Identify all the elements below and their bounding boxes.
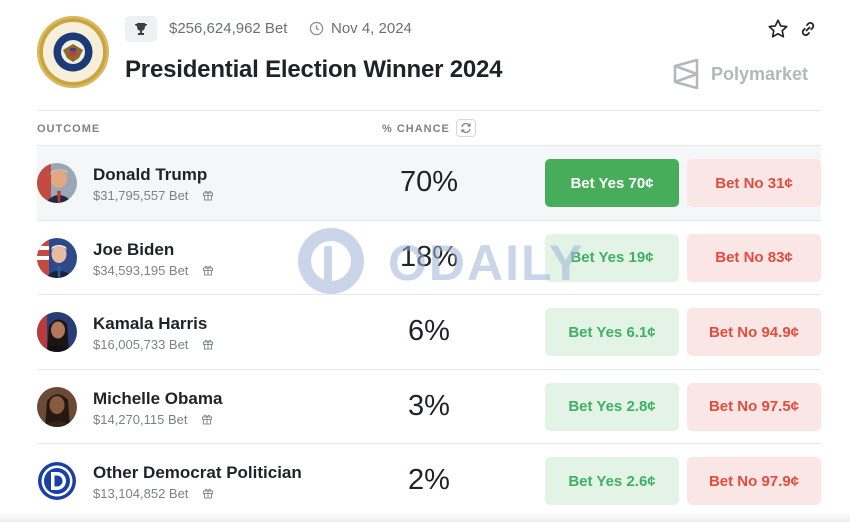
outcome-volume: $13,104,852 Bet <box>93 486 189 502</box>
bet-yes-button[interactable]: Bet Yes 70¢ <box>545 159 679 207</box>
star-icon[interactable] <box>767 18 789 40</box>
column-header-outcome: OUTCOME <box>37 123 101 135</box>
outcome-volume: $16,005,733 Bet <box>93 337 189 353</box>
outcome-chance: 2% <box>408 464 450 497</box>
polymarket-logo-icon <box>673 59 699 89</box>
outcome-chance: 70% <box>399 166 459 198</box>
bet-no-button[interactable]: Bet No 31¢ <box>687 159 821 207</box>
outcome-chance: 18% <box>399 240 459 273</box>
outcome-volume: $14,270,115 Bet <box>93 411 188 427</box>
avatar <box>37 163 77 203</box>
table-row: Joe Biden $34,593,195 Bet 18% Bet Yes 19… <box>37 219 821 295</box>
table-row: Other Democrat Politician $13,104,852 Be… <box>37 443 821 518</box>
bet-no-button[interactable]: Bet No 94.9¢ <box>687 308 821 357</box>
bet-no-button[interactable]: Bet No 83¢ <box>687 233 821 282</box>
outcome-name: Joe Biden <box>93 239 175 259</box>
market-header: $256,624,962 Bet Nov 4, 2024 Presidentia… <box>0 0 850 110</box>
bet-no-button[interactable]: Bet No 97.5¢ <box>687 382 821 431</box>
market-end-date: Nov 4, 2024 <box>331 20 412 37</box>
trophy-icon <box>125 16 157 42</box>
outcome-chance: 3% <box>408 389 450 422</box>
outcome-name: Other Democrat Politician <box>93 463 302 483</box>
bet-yes-button[interactable]: Bet Yes 2.6¢ <box>545 457 679 506</box>
avatar <box>37 386 77 427</box>
link-icon[interactable] <box>798 19 818 39</box>
gift-icon <box>203 190 213 201</box>
bet-yes-button[interactable]: Bet Yes 6.1¢ <box>545 308 679 357</box>
bottom-edge <box>0 512 850 522</box>
avatar <box>37 312 77 353</box>
table-row: Kamala Harris $16,005,733 Bet 6% Bet Yes… <box>37 294 821 369</box>
table-row: Donald Trump $31,795,557 Bet 70% Bet Yes… <box>37 145 821 220</box>
table-row: Michelle Obama $14,270,115 Bet 3% Bet Ye… <box>37 368 821 444</box>
refresh-icon[interactable] <box>456 119 476 137</box>
outcome-chance: 6% <box>408 315 450 348</box>
outcome-name: Michelle Obama <box>93 388 223 408</box>
bet-no-button[interactable]: Bet No 97.9¢ <box>687 457 821 506</box>
avatar <box>37 237 77 278</box>
outcome-volume: $31,795,557 Bet <box>93 188 189 203</box>
outcome-volume: $34,593,195 Bet <box>93 262 189 278</box>
brand-name: Polymarket <box>711 64 809 84</box>
bet-yes-button[interactable]: Bet Yes 19¢ <box>545 233 679 282</box>
outcomes-table: OUTCOME % CHANCE Donald Trump $31,795,55… <box>37 110 821 518</box>
presidential-seal-icon <box>37 16 109 88</box>
gift-icon <box>203 265 213 276</box>
gift-icon <box>203 339 213 350</box>
column-header-chance: % CHANCE <box>382 123 450 135</box>
outcome-name: Kamala Harris <box>93 314 208 334</box>
gift-icon <box>202 414 212 425</box>
page-title: Presidential Election Winner 2024 <box>125 56 503 83</box>
market-volume: $256,624,962 Bet <box>169 20 288 37</box>
table-header: OUTCOME % CHANCE <box>37 111 821 145</box>
democrat-logo-icon <box>37 461 77 501</box>
outcome-name: Donald Trump <box>93 165 208 184</box>
gift-icon <box>203 489 213 499</box>
bet-yes-button[interactable]: Bet Yes 2.8¢ <box>545 382 679 431</box>
clock-icon <box>309 21 324 36</box>
